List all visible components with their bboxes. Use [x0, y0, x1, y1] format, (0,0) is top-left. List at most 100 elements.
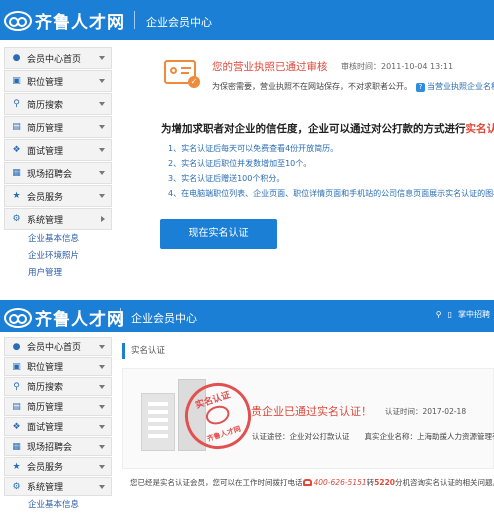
briefcase-icon: ▣: [12, 361, 21, 372]
sidebar-item-system[interactable]: ⚙ 系统管理: [4, 208, 112, 230]
chevron-down-icon: [99, 484, 105, 489]
sidebar-subitem-company-info[interactable]: 企业基本信息: [0, 231, 116, 248]
service-icon: ★: [12, 461, 21, 472]
sidebar-subitem-company-info[interactable]: 企业基本信息: [0, 497, 116, 514]
sidebar-item-home[interactable]: ● 会员中心首页: [4, 337, 112, 356]
search-icon: ⚲: [13, 99, 20, 109]
benefit-list: 1、实名认证后每天可以免费查看4份开放简历。 2、实名认证后职位并发数增加至10…: [168, 141, 494, 201]
chevron-down-icon: [99, 444, 105, 449]
gear-icon: ⚙: [12, 214, 21, 224]
site-logo[interactable]: 齐鲁人才网: [4, 8, 125, 33]
lock-icon[interactable]: ⚲: [436, 310, 442, 319]
license-desc-text: 为保密需要，营业执照不在网站保存，不对求职者公开。: [212, 82, 412, 91]
sidebar-nav: ● 会员中心首页 ▣ 职位管理 ⚲ 简历搜索 ▤ 简历管理 ❖ 面试管理 ▦ 现场招聘会 ★…: [0, 336, 116, 514]
footnote-text: 分机咨询实名认证的相关问题。: [395, 478, 494, 487]
page-title: 实名认证: [122, 343, 494, 359]
top-bar: 齐鲁人才网 企业会员中心 ⚲ ▯ 掌中招聘: [0, 300, 494, 332]
chevron-down-icon: [99, 148, 105, 152]
chevron-down-icon: [99, 364, 105, 369]
sidebar-item-services[interactable]: ★ 会员服务: [4, 185, 112, 207]
footnote-text: 您已经是实名认证会员，您可以在工作时间拨打电话: [130, 478, 303, 487]
sidebar-item-jobs[interactable]: ▣ 职位管理: [4, 357, 112, 376]
sidebar-item-label: 会员服务: [27, 192, 64, 203]
chevron-down-icon: [99, 171, 105, 175]
chevron-down-icon: [99, 464, 105, 469]
chevron-down-icon: [99, 404, 105, 409]
sidebar-item-jobs[interactable]: ▣ 职位管理: [4, 70, 112, 92]
verified-card: 实名认证 齐鲁人才网 贵企业已通过实名认证！ 认证时间：2017-02-18 认…: [122, 368, 494, 469]
mobile-recruit-link[interactable]: 掌中招聘: [458, 309, 490, 320]
sidebar-subitem-user-manage[interactable]: 用户管理: [0, 265, 116, 282]
chevron-down-icon: [99, 79, 105, 83]
sidebar-item-job-fair[interactable]: ▦ 现场招聘会: [4, 162, 112, 184]
sidebar-item-resume-search[interactable]: ⚲ 简历搜索: [4, 93, 112, 115]
chevron-right-icon: [101, 216, 105, 222]
benefit-item: 2、实名认证后职位并发数增加至10个。: [168, 159, 312, 168]
heading-text: 为增加求职者对企业的信任度，企业可以通过对公打款的方式进行: [161, 123, 466, 135]
phone-icon: [302, 479, 312, 486]
phone-extension: 5220: [374, 478, 396, 487]
license-name-link[interactable]: 当营业执照企业名称: [427, 82, 494, 91]
chevron-down-icon: [99, 56, 105, 60]
verify-now-button[interactable]: 现在实名认证: [160, 219, 277, 249]
top-bar: 齐鲁人才网 企业会员中心: [0, 0, 494, 40]
benefit-item: 1、实名认证后每天可以免费查看4份开放简历。: [168, 144, 339, 153]
frog-logo-icon: [4, 307, 32, 328]
mobile-icon[interactable]: ▯: [448, 310, 452, 319]
sidebar-item-label: 会员中心首页: [27, 54, 82, 65]
logo-text: 齐鲁人才网: [35, 13, 125, 33]
verified-info: 认证途径：企业对公打款认证 真实企业名称：上海助援人力资源管理有限: [252, 432, 494, 441]
screenshot-bottom: 齐鲁人才网 企业会员中心 ⚲ ▯ 掌中招聘 ● 会员中心首页 ▣ 职位管理 ⚲ 简历搜…: [0, 300, 494, 531]
screenshot-top: 齐鲁人才网 企业会员中心 ● 会员中心首页 ▣ 职位管理 ⚲ 简历搜索 ▤ 简历管理 ❖…: [0, 0, 494, 287]
screenshot-separator: [0, 288, 494, 300]
sidebar-item-services[interactable]: ★ 会员服务: [4, 457, 112, 476]
briefcase-icon: ▣: [12, 76, 21, 86]
sidebar-item-resume-search[interactable]: ⚲ 简历搜索: [4, 377, 112, 396]
handshake-icon: ❖: [12, 145, 21, 155]
chevron-down-icon: [99, 125, 105, 129]
heading-highlight: 实名认证: [465, 123, 494, 135]
phone-number: 400-626-5151: [313, 478, 367, 487]
sidebar-item-interview[interactable]: ❖ 面试管理: [4, 139, 112, 161]
header-divider: [134, 11, 135, 29]
sidebar-item-label: 职位管理: [27, 363, 64, 373]
section-title: 企业会员中心: [146, 16, 212, 29]
search-icon: ⚲: [13, 381, 20, 392]
frog-logo-icon: [4, 10, 32, 31]
stamp-bottom-text: 齐鲁人才网: [205, 424, 242, 444]
gear-icon: ⚙: [12, 481, 21, 492]
benefit-item: 4、在电脑端职位列表、企业页面、职位详情页面和手机站的公司信息页面展示实名认证的…: [168, 189, 494, 198]
contact-footnote: 您已经是实名认证会员，您可以在工作时间拨打电话 400-626-5151转5220…: [130, 477, 494, 488]
sidebar-item-system[interactable]: ⚙ 系统管理: [4, 477, 112, 496]
site-logo[interactable]: 齐鲁人才网: [4, 305, 125, 330]
sidebar-item-resume-manage[interactable]: ▤ 简历管理: [4, 116, 112, 138]
header-divider: [120, 308, 121, 326]
sidebar-nav: ● 会员中心首页 ▣ 职位管理 ⚲ 简历搜索 ▤ 简历管理 ❖ 面试管理 ▦ 现场招聘会 ★…: [0, 46, 116, 282]
sidebar-item-label: 会员中心首页: [27, 343, 82, 353]
document-icon: ▤: [12, 401, 21, 412]
sidebar-item-label: 系统管理: [27, 215, 64, 226]
verified-title: 贵企业已通过实名认证！: [251, 405, 372, 418]
handshake-icon: ❖: [12, 421, 21, 432]
sidebar-item-interview[interactable]: ❖ 面试管理: [4, 417, 112, 436]
help-icon[interactable]: ?: [416, 83, 425, 92]
logo-text: 齐鲁人才网: [35, 310, 125, 330]
chevron-down-icon: [99, 384, 105, 389]
license-status-title: 您的营业执照已通过审核: [212, 61, 328, 73]
sidebar-item-label: 会员服务: [27, 463, 64, 473]
bus-icon: ▦: [12, 168, 21, 178]
sidebar-item-job-fair[interactable]: ▦ 现场招聘会: [4, 437, 112, 456]
license-description: 为保密需要，营业执照不在网站保存，不对求职者公开。? 当营业执照企业名称: [212, 81, 494, 92]
license-certificate-icon: ✓: [164, 60, 200, 88]
sidebar-item-label: 面试管理: [27, 146, 64, 157]
sidebar-item-label: 简历搜索: [27, 100, 64, 111]
sidebar-item-home[interactable]: ● 会员中心首页: [4, 47, 112, 69]
user-icon: ●: [12, 341, 21, 352]
header-actions: ⚲ ▯ 掌中招聘: [436, 309, 490, 320]
sidebar-item-resume-manage[interactable]: ▤ 简历管理: [4, 397, 112, 416]
sidebar-subitem-company-photos[interactable]: 企业环境照片: [0, 248, 116, 265]
bus-icon: ▦: [12, 441, 21, 452]
license-review-time: 审核时间：2011-10-04 13:11: [341, 62, 454, 71]
sidebar-item-label: 现场招聘会: [27, 443, 73, 453]
document-icon: ▤: [12, 122, 21, 132]
